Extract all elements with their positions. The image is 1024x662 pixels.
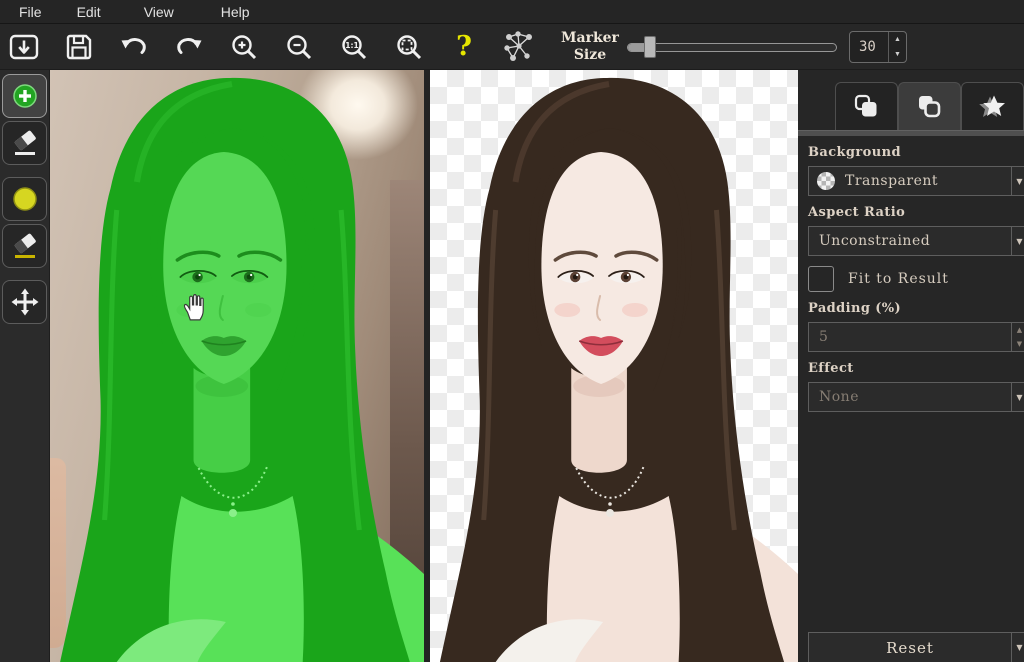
segmentation-button[interactable] <box>500 27 538 67</box>
portrait-artwork <box>50 70 424 662</box>
result-canvas[interactable] <box>430 70 798 662</box>
menu-view[interactable]: View <box>133 2 185 22</box>
zoom-out-button[interactable] <box>280 27 318 67</box>
step-up-icon[interactable]: ▲ <box>889 32 906 47</box>
zoom-actual-size-button[interactable]: 1:1 <box>335 27 373 67</box>
settings-panel: Background Transparent ▼ Aspect Ratio Un… <box>798 70 1024 662</box>
aspect-ratio-select[interactable]: Unconstrained ▼ <box>808 226 1024 256</box>
background-value: Transparent <box>835 173 1011 189</box>
masked-subject <box>50 70 424 662</box>
zoom-1to1-icon: 1:1 <box>340 33 368 61</box>
effect-label: Effect <box>808 361 1024 376</box>
zoom-fit-button[interactable] <box>390 27 428 67</box>
portrait-artwork <box>430 70 798 662</box>
background-marker-tool[interactable] <box>2 177 47 221</box>
segmentation-net-icon <box>501 29 537 65</box>
undo-button[interactable] <box>115 27 153 67</box>
eraser-white-icon <box>11 129 39 157</box>
menu-file[interactable]: File <box>8 2 53 22</box>
foreground-eraser-tool[interactable] <box>2 121 47 165</box>
mask-canvas[interactable] <box>50 70 424 662</box>
effect-value: None <box>809 389 1011 405</box>
result-subject <box>430 70 798 662</box>
step-down-icon: ▼ <box>1012 337 1024 351</box>
svg-text:1:1: 1:1 <box>345 41 358 50</box>
save-icon <box>65 33 93 61</box>
padding-steppers: ▲ ▼ <box>1011 323 1024 351</box>
copy-filled-icon <box>853 93 880 120</box>
fit-to-result-row: Fit to Result <box>808 266 1024 292</box>
save-button[interactable] <box>60 27 98 67</box>
tab-divider <box>798 130 1024 136</box>
marker-size-label: Marker Size <box>561 30 619 62</box>
import-icon <box>9 33 39 61</box>
tab-result-filled[interactable] <box>835 82 898 130</box>
background-eraser-tool[interactable] <box>2 224 47 268</box>
marker-size-spinbox: ▲ ▼ <box>849 31 907 63</box>
zoom-out-icon <box>285 33 313 61</box>
help-icon: ? <box>456 33 472 60</box>
menu-edit[interactable]: Edit <box>66 2 112 22</box>
padding-input <box>809 329 1011 345</box>
zoom-in-icon <box>230 33 258 61</box>
reset-button[interactable]: Reset <box>809 633 1011 662</box>
padding-label: Padding (%) <box>808 301 1024 316</box>
move-tool[interactable] <box>2 280 47 324</box>
zoom-in-button[interactable] <box>225 27 263 67</box>
foreground-marker-tool[interactable] <box>2 74 47 118</box>
chevron-down-icon[interactable]: ▼ <box>1011 167 1024 195</box>
transparent-swatch-icon <box>817 172 835 190</box>
background-select[interactable]: Transparent ▼ <box>808 166 1024 196</box>
chevron-down-icon: ▼ <box>1011 383 1024 411</box>
step-up-icon: ▲ <box>1012 323 1024 337</box>
aspect-ratio-value: Unconstrained <box>809 233 1011 249</box>
move-arrows-icon <box>11 288 39 316</box>
slider-track[interactable] <box>627 43 837 52</box>
fit-to-result-label: Fit to Result <box>848 271 949 287</box>
main-area: Background Transparent ▼ Aspect Ratio Un… <box>0 70 1024 662</box>
yellow-circle-icon <box>12 186 38 212</box>
copy-outline-icon <box>916 93 943 120</box>
import-button[interactable] <box>5 27 43 67</box>
marker-size-slider[interactable] <box>627 35 837 59</box>
redo-icon <box>174 34 204 60</box>
eraser-yellow-icon <box>11 232 39 260</box>
padding-spinbox: ▲ ▼ <box>808 322 1024 352</box>
background-label: Background <box>808 145 1024 160</box>
zoom-fit-icon <box>395 33 423 61</box>
toolbar: 1:1 ? <box>0 24 1024 70</box>
step-down-icon[interactable]: ▼ <box>889 47 906 62</box>
settings-tabs <box>835 82 1024 130</box>
menu-bar: File Edit View Help <box>0 0 1024 24</box>
chevron-down-icon[interactable]: ▼ <box>1011 227 1024 255</box>
tool-sidebar <box>0 70 50 662</box>
reset-dropdown-arrow[interactable]: ▼ <box>1011 633 1024 662</box>
tab-favorites[interactable] <box>961 82 1024 130</box>
redo-button[interactable] <box>170 27 208 67</box>
marker-size-input[interactable] <box>850 32 888 62</box>
slider-handle[interactable] <box>644 36 656 58</box>
fit-to-result-checkbox[interactable] <box>808 266 834 292</box>
hand-cursor <box>181 292 207 322</box>
undo-icon <box>119 34 149 60</box>
aspect-ratio-label: Aspect Ratio <box>808 205 1024 220</box>
tab-result-outline[interactable] <box>898 82 961 130</box>
reset-split-button: Reset ▼ <box>808 632 1024 662</box>
app-window: File Edit View Help <box>0 0 1024 662</box>
help-button[interactable]: ? <box>445 27 483 67</box>
star-icon <box>978 93 1008 121</box>
menu-help[interactable]: Help <box>210 2 261 22</box>
effect-select: None ▼ <box>808 382 1024 412</box>
green-plus-circle-icon <box>12 83 38 109</box>
marker-size-steppers: ▲ ▼ <box>888 32 906 62</box>
